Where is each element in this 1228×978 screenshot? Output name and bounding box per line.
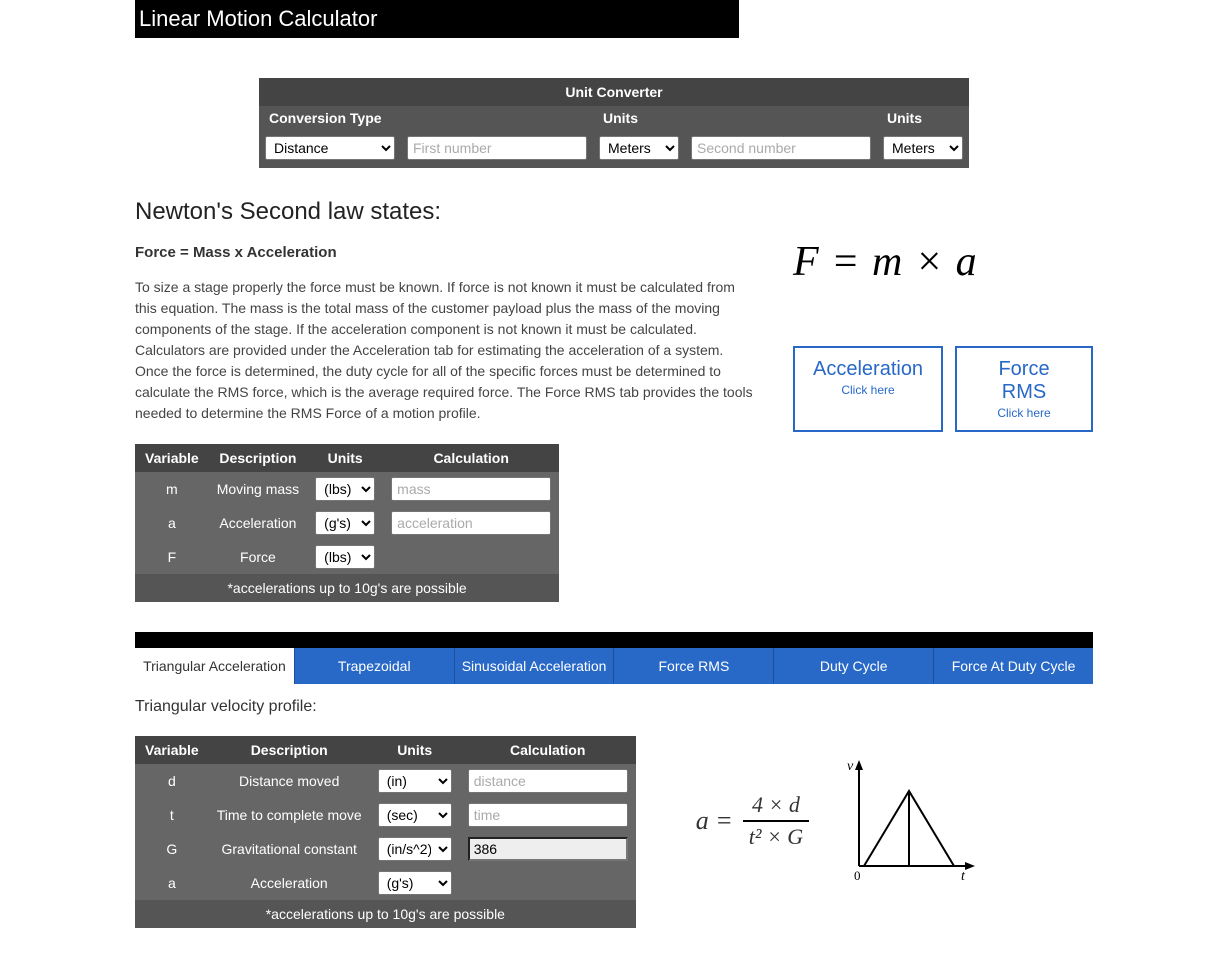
force-rms-button[interactable]: Force RMS Click here [955, 346, 1093, 432]
tab-bar: Triangular Acceleration Trapezoidal Sinu… [135, 648, 1093, 684]
newton-equation: F = m × a [793, 238, 1093, 286]
force-vars-table: Variable Description Units Calculation m… [135, 444, 559, 602]
newton-heading: Newton's Second law states: [135, 198, 763, 226]
converter-label-type: Conversion Type [259, 106, 401, 130]
tab-duty-cycle[interactable]: Duty Cycle [774, 648, 934, 684]
table-row: m Moving mass (lbs) [135, 472, 559, 506]
tri-footer: *accelerations up to 10g's are possible [135, 900, 636, 928]
unit-select-distance[interactable]: (in) [378, 769, 452, 793]
unit-select-accel[interactable]: (g's) [315, 511, 375, 535]
tab-trapezoidal[interactable]: Trapezoidal [295, 648, 455, 684]
table-row: a Acceleration (g's) [135, 866, 636, 900]
table-row: d Distance moved (in) [135, 764, 636, 798]
triangular-title: Triangular velocity profile: [135, 698, 1093, 716]
tab-divider [135, 632, 1093, 648]
col-variable: Variable [135, 444, 209, 472]
tab-triangular[interactable]: Triangular Acceleration [135, 648, 295, 684]
table-row: F Force (lbs) [135, 540, 559, 574]
col-units: Units [307, 444, 383, 472]
mass-input[interactable] [391, 477, 551, 501]
svg-text:t: t [961, 869, 966, 884]
unit1-select[interactable]: Meters [599, 136, 679, 160]
second-number-input[interactable] [691, 136, 871, 160]
first-number-input[interactable] [407, 136, 587, 160]
triangular-vars-table: Variable Description Units Calculation d… [135, 736, 636, 928]
col-description: Description [209, 444, 307, 472]
table-row: a Acceleration (g's) [135, 506, 559, 540]
svg-text:v: v [847, 759, 854, 774]
unit-select-mass[interactable]: (lbs) [315, 477, 375, 501]
g-constant-input [468, 837, 628, 861]
col-calculation: Calculation [383, 444, 559, 472]
accel-input[interactable] [391, 511, 551, 535]
table-row: G Gravitational constant (in/s^2) [135, 832, 636, 866]
tab-force-at-duty[interactable]: Force At Duty Cycle [934, 648, 1093, 684]
acceleration-button[interactable]: Acceleration Click here [793, 346, 943, 432]
unit-select-time[interactable]: (sec) [378, 803, 452, 827]
converter-label-units2: Units [877, 106, 969, 130]
velocity-profile-graph: v 0 t [839, 756, 979, 886]
unit-select-a[interactable]: (g's) [378, 871, 452, 895]
table-row: t Time to complete move (sec) [135, 798, 636, 832]
newton-formula-text: Force = Mass x Acceleration [135, 244, 763, 261]
unit2-select[interactable]: Meters [883, 136, 963, 160]
converter-label-units1: Units [593, 106, 685, 130]
unit-select-force[interactable]: (lbs) [315, 545, 375, 569]
converter-header: Unit Converter [259, 78, 969, 106]
conversion-type-select[interactable]: Distance [265, 136, 395, 160]
vars-footer: *accelerations up to 10g's are possible [135, 574, 559, 602]
triangular-equation: a = 4 × d t² × G [696, 790, 810, 852]
time-input[interactable] [468, 803, 628, 827]
unit-converter: Unit Converter Conversion Type Units Uni… [259, 78, 969, 168]
newton-description: To size a stage properly the force must … [135, 277, 755, 424]
unit-select-g[interactable]: (in/s^2) [378, 837, 452, 861]
tab-force-rms[interactable]: Force RMS [614, 648, 774, 684]
tab-sinusoidal[interactable]: Sinusoidal Acceleration [455, 648, 615, 684]
svg-text:0: 0 [854, 868, 861, 883]
distance-input[interactable] [468, 769, 628, 793]
page-title: Linear Motion Calculator [135, 0, 739, 38]
